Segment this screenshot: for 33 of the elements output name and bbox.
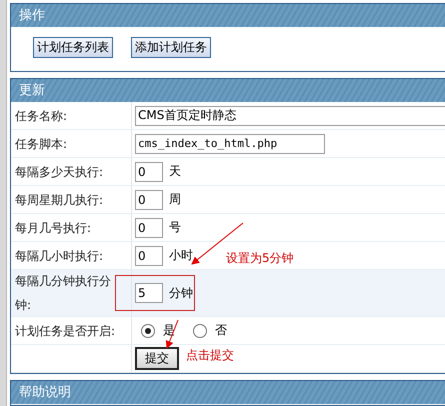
unit-label: 分钟 <box>169 284 193 302</box>
field-label: 任务脚本: <box>15 136 68 152</box>
number-field[interactable]: 0 <box>135 218 163 238</box>
field-label: 每周星期几执行: <box>15 192 104 208</box>
arrow <box>166 320 178 349</box>
text-field[interactable]: CMS首页定时静态 <box>135 106 445 126</box>
panel-header: 更新 <box>11 79 445 102</box>
nav-button[interactable]: 添加计划任务 <box>131 37 211 58</box>
panel-header: 帮助说明 <box>11 381 445 404</box>
panel-header: 操作 <box>11 4 445 27</box>
number-field[interactable]: 0 <box>135 246 163 266</box>
field-label: 每隔多少天执行: <box>15 164 104 180</box>
radio-button[interactable] <box>141 324 155 338</box>
unit-label: 号 <box>169 219 181 236</box>
field-label: 每隔几小时执行: <box>15 248 104 264</box>
annotation-text: 设置为5分钟 <box>226 250 294 267</box>
annotation-text: 点击提交 <box>186 347 234 364</box>
submit-button[interactable]: 提交 <box>135 347 179 370</box>
number-field[interactable]: 0 <box>135 190 163 210</box>
unit-label: 小时 <box>169 247 193 264</box>
radio-label: 是 <box>163 322 175 339</box>
radio-label: 否 <box>215 322 227 339</box>
field-label: 每月几号执行: <box>15 220 92 236</box>
field-label: 每隔几分钟执行分钟: <box>15 273 112 314</box>
nav-button[interactable]: 计划任务列表 <box>33 37 113 58</box>
radio-button[interactable] <box>193 324 207 338</box>
field-label: 任务名称: <box>15 108 68 124</box>
unit-label: 天 <box>169 163 181 180</box>
unit-label: 周 <box>169 191 181 208</box>
field-label: 计划任务是否开启: <box>15 322 116 340</box>
text-field[interactable]: cms_index_to_html.php <box>135 134 325 154</box>
number-field[interactable]: 5 <box>135 283 163 303</box>
number-field[interactable]: 0 <box>135 162 163 182</box>
